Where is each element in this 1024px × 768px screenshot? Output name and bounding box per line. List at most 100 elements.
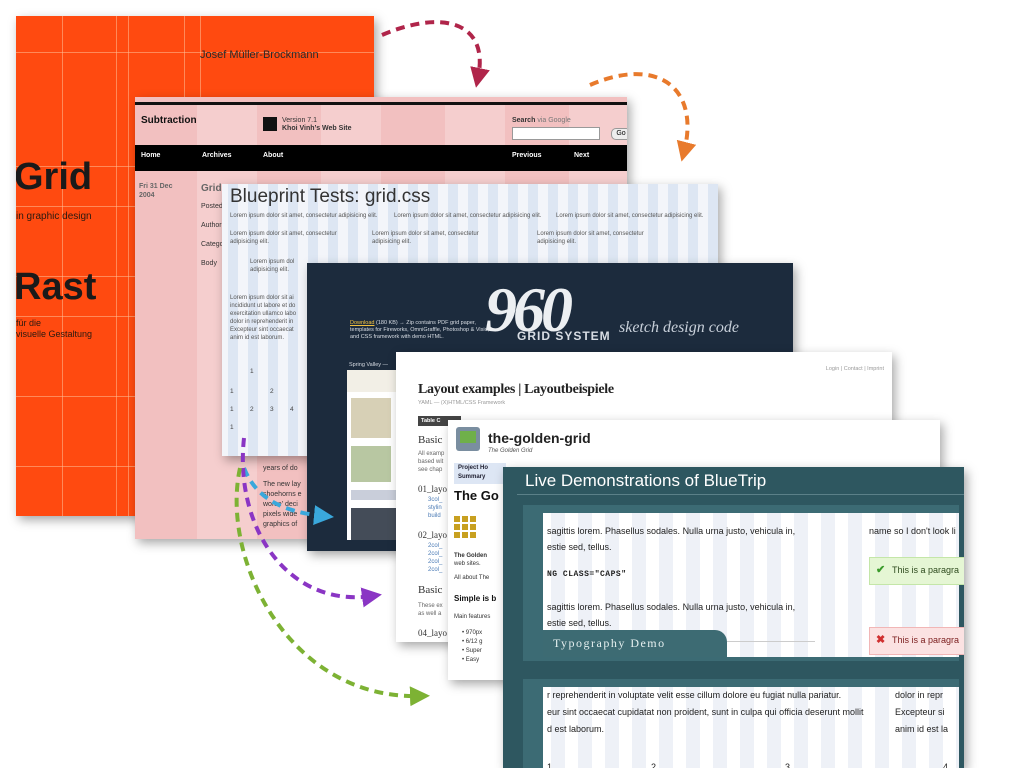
bluetrip-side-text: name so I don't look li xyxy=(869,526,956,536)
bluetrip-grid-number: 3 xyxy=(785,762,791,768)
blueprint-title: Blueprint Tests: grid.css xyxy=(230,186,431,207)
subtraction-body-line: years of do xyxy=(263,465,298,472)
bluetrip-lorem2: eur sint occaecat cupidatat non proident… xyxy=(547,707,864,717)
subtraction-search-via: via Google xyxy=(537,117,571,124)
subtraction-post-title[interactable]: Grid xyxy=(201,183,222,194)
yaml-link[interactable]: 3col_ xyxy=(428,497,442,503)
subtraction-nav-archives[interactable]: Archives xyxy=(202,152,232,159)
bluetrip-error-text: This is a paragra xyxy=(892,635,960,645)
blueprint-para: incididunt ut labore et do xyxy=(230,303,296,309)
blueprint-para: dolor in reprehenderit in xyxy=(230,319,294,325)
bluetrip-grid-column xyxy=(956,687,959,768)
yaml-login-links[interactable]: Login | Contact | Imprint xyxy=(826,366,884,372)
golden-project-home-tab[interactable]: Project Ho xyxy=(458,465,488,471)
subtraction-version: Version 7.1 xyxy=(282,117,318,124)
yaml-basic-heading: Basic xyxy=(418,434,443,446)
bluetrip-grid-column xyxy=(848,513,862,657)
blueprint-lorem: Lorem ipsum dolor sit amet, consectetur xyxy=(537,231,644,237)
yaml-subtitle: YAML — (X)HTML/CSS Framework xyxy=(418,400,506,406)
yaml-intro: All examp xyxy=(418,451,445,457)
bluetrip-lorem2: r reprehenderit in voluptate velit esse … xyxy=(547,690,842,700)
subtraction-logo[interactable]: Subtraction xyxy=(141,115,197,126)
golden-about: All about The xyxy=(454,575,490,581)
bluetrip-grid-number: 1 xyxy=(547,762,553,768)
subtraction-nav-bar: Home Archives About Previous Next xyxy=(135,145,627,171)
960-download-link[interactable]: Download xyxy=(350,320,374,326)
subtraction-date-line2: 2004 xyxy=(139,192,155,199)
book-line-a: für die xyxy=(16,318,42,328)
bluetrip-side2: anim id est la xyxy=(895,724,949,734)
golden-desc-rest: web sites. xyxy=(454,561,481,567)
golden-features-label: Main features xyxy=(454,614,491,620)
960-tagline: sketch design code xyxy=(619,319,739,336)
book-subtitle: in graphic design xyxy=(16,211,92,222)
golden-grid-title: the-golden-grid xyxy=(488,430,591,446)
subtraction-search-input[interactable] xyxy=(512,127,600,140)
subtraction-go-button[interactable]: Go xyxy=(611,128,627,140)
subtraction-date-line1: Fri 31 Dec xyxy=(139,183,173,190)
yaml-link[interactable]: 2col_ xyxy=(428,567,442,573)
bluetrip-grid-panel: r reprehenderit in voluptate velit esse … xyxy=(543,687,959,768)
golden-summary-tab[interactable]: Summary xyxy=(458,474,485,480)
960-grid-system-label: GRID SYSTEM xyxy=(517,329,611,343)
blueprint-lorem: adipisicing elit. xyxy=(372,239,412,245)
blueprint-grid-number: 1 xyxy=(230,424,234,431)
golden-feature: Easy xyxy=(465,657,480,663)
red-arrow xyxy=(381,20,490,88)
blueprint-grid-number: 3 xyxy=(270,406,274,413)
subtraction-nav-previous[interactable]: Previous xyxy=(512,152,542,159)
subtraction-meta-body: Body xyxy=(201,260,217,267)
computer-icon xyxy=(456,427,480,451)
golden-feature: 6/12 g xyxy=(465,639,483,645)
blueprint-para: Lorem ipsum dolor sit ai xyxy=(230,295,294,301)
yaml-link[interactable]: 2col_ xyxy=(428,559,442,565)
bluetrip-grid-column xyxy=(848,687,862,768)
yaml-intro: based wit xyxy=(418,459,444,465)
subtraction-nav-next[interactable]: Next xyxy=(574,152,589,159)
bluetrip-success-message: ✔ This is a paragra xyxy=(869,557,964,585)
bluetrip-demo-label: Typography Demo xyxy=(553,636,666,650)
blueprint-lorem: Lorem ipsum dolor sit amet, consectetur xyxy=(372,231,479,237)
bluetrip-lorem: estie sed, tellus. xyxy=(547,618,612,628)
bluetrip-lorem2: d est laborum. xyxy=(547,724,605,734)
blueprint-grid-number: 1 xyxy=(230,388,234,395)
bluetrip-lorem: estie sed, tellus. xyxy=(547,542,612,552)
yaml-intro: see chap xyxy=(418,467,443,473)
blueprint-lorem: Lorem ipsum dolor sit amet, consectetur … xyxy=(230,213,378,219)
yaml-layout-01: 01_layo xyxy=(418,484,447,494)
bluetrip-error-message: ✖ This is a paragra xyxy=(869,627,964,655)
bluetrip-grid-column xyxy=(821,513,835,657)
bluetrip-typography-demo-tab[interactable]: Typography Demo xyxy=(543,630,727,657)
yaml-link[interactable]: 2col_ xyxy=(428,551,442,557)
yaml-basic-heading-2: Basic xyxy=(418,584,443,596)
yaml-these: These ex xyxy=(418,603,443,609)
blueprint-grid-number: 4 xyxy=(290,406,294,413)
golden-feature: 970px xyxy=(465,630,483,636)
bluetrip-demo-screenshot: Live Demonstrations of BlueTrip sagittis… xyxy=(503,467,964,768)
bluetrip-side2: dolor in repr xyxy=(895,690,944,700)
subtraction-body-line: shoehorns e xyxy=(263,491,302,498)
bluetrip-lorem: sagittis lorem. Phasellus sodales. Nulla… xyxy=(547,602,796,612)
960-inner-header: Spring Valley — xyxy=(349,362,389,368)
bluetrip-lorem: sagittis lorem. Phasellus sodales. Nulla… xyxy=(547,526,796,536)
bluetrip-grid-number: 2 xyxy=(651,762,657,768)
check-icon: ✔ xyxy=(876,564,886,576)
bluetrip-side2: Excepteur si xyxy=(895,707,945,717)
yaml-link[interactable]: 2col_ xyxy=(428,543,442,549)
yaml-link[interactable]: stylin xyxy=(428,505,442,511)
yaml-link[interactable]: build xyxy=(428,513,441,519)
subtraction-meta-posted: Posted xyxy=(201,203,223,210)
subtraction-meta-category: Catego xyxy=(201,241,224,248)
subtraction-body-line: The new lay xyxy=(263,481,301,488)
subtraction-nav-home[interactable]: Home xyxy=(141,152,160,159)
blueprint-lorem: Lorem ipsum dolor sit amet, consectetur … xyxy=(394,213,542,219)
blueprint-lorem: adipisicing elit. xyxy=(537,239,577,245)
bluetrip-grid-column xyxy=(875,687,889,768)
subtraction-body-line: worse' deci xyxy=(263,501,298,508)
blueprint-lorem: Lorem ipsum dolor sit amet, consectetur … xyxy=(556,213,704,219)
yaml-layout-02: 02_layo xyxy=(418,530,447,540)
book-title-grid: Grid xyxy=(16,156,93,198)
subtraction-mark-icon xyxy=(263,117,277,131)
subtraction-search-label: Search xyxy=(512,117,536,124)
subtraction-nav-about[interactable]: About xyxy=(263,152,283,159)
